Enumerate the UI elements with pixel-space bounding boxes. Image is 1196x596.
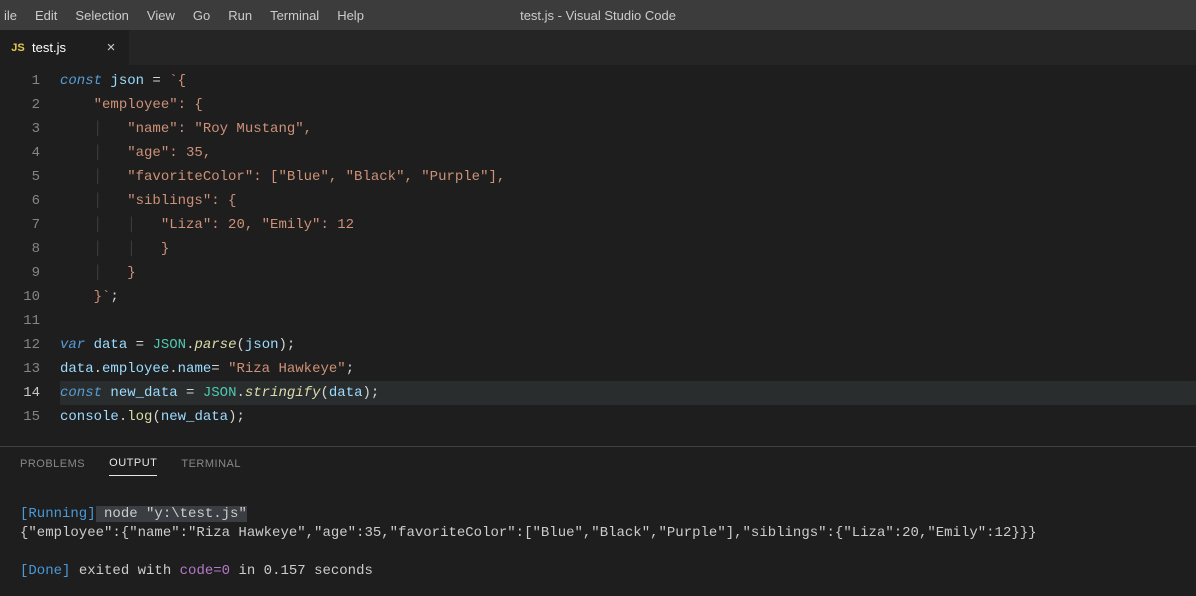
menu-terminal[interactable]: Terminal: [261, 0, 328, 30]
line-number: 6: [0, 189, 40, 213]
panel-tab-problems[interactable]: PROBLEMS: [20, 452, 85, 476]
done-prefix: exited with: [70, 563, 179, 579]
running-tag: [Running]: [20, 506, 96, 522]
done-code: code=0: [180, 563, 230, 579]
line-number: 1: [0, 69, 40, 93]
output-body[interactable]: [Running] node "y:\test.js" {"employee":…: [0, 480, 1196, 596]
menu-bar: ileEditSelectionViewGoRunTerminalHelp: [0, 0, 373, 30]
done-tag: [Done]: [20, 563, 70, 579]
code-line[interactable]: console.log(new_data);: [60, 405, 1196, 429]
code-area[interactable]: const json = `{ "employee": { │ "name": …: [60, 65, 1196, 446]
line-number: 10: [0, 285, 40, 309]
panel-tab-terminal[interactable]: TERMINAL: [181, 452, 241, 476]
running-command: node "y:\test.js": [96, 506, 247, 522]
code-line[interactable]: │ "favoriteColor": ["Blue", "Black", "Pu…: [60, 165, 1196, 189]
line-number-gutter: 123456789101112131415: [0, 65, 60, 446]
line-number: 12: [0, 333, 40, 357]
tab-label: test.js: [32, 40, 97, 55]
line-number: 8: [0, 237, 40, 261]
code-line[interactable]: const json = `{: [60, 69, 1196, 93]
line-number: 9: [0, 261, 40, 285]
code-line[interactable]: }`;: [60, 285, 1196, 309]
code-line[interactable]: │ "age": 35,: [60, 141, 1196, 165]
code-line[interactable]: │ │ "Liza": 20, "Emily": 12: [60, 213, 1196, 237]
menu-ile[interactable]: ile: [0, 0, 26, 30]
menu-help[interactable]: Help: [328, 0, 373, 30]
bottom-panel: PROBLEMS OUTPUT TERMINAL [Running] node "y…: [0, 446, 1196, 596]
close-icon[interactable]: ×: [103, 39, 119, 56]
menu-edit[interactable]: Edit: [26, 0, 66, 30]
code-line[interactable]: │ }: [60, 261, 1196, 285]
line-number: 3: [0, 117, 40, 141]
line-number: 15: [0, 405, 40, 429]
code-line[interactable]: const new_data = JSON.stringify(data);: [60, 381, 1196, 405]
line-number: 14: [0, 381, 40, 405]
code-line[interactable]: data.employee.name= "Riza Hawkeye";: [60, 357, 1196, 381]
tab-test-js[interactable]: JS test.js ×: [0, 30, 130, 65]
code-line[interactable]: │ "siblings": {: [60, 189, 1196, 213]
menu-selection[interactable]: Selection: [66, 0, 137, 30]
title-bar: ileEditSelectionViewGoRunTerminalHelp te…: [0, 0, 1196, 30]
menu-go[interactable]: Go: [184, 0, 219, 30]
code-line[interactable]: │ │ }: [60, 237, 1196, 261]
code-line[interactable]: [60, 309, 1196, 333]
menu-view[interactable]: View: [138, 0, 184, 30]
menu-run[interactable]: Run: [219, 0, 261, 30]
line-number: 7: [0, 213, 40, 237]
editor-tabs: JS test.js ×: [0, 30, 1196, 65]
line-number: 13: [0, 357, 40, 381]
code-line[interactable]: var data = JSON.parse(json);: [60, 333, 1196, 357]
line-number: 5: [0, 165, 40, 189]
editor[interactable]: 123456789101112131415 const json = `{ "e…: [0, 65, 1196, 446]
panel-tab-output[interactable]: OUTPUT: [109, 451, 157, 476]
panel-tabs: PROBLEMS OUTPUT TERMINAL: [0, 447, 1196, 480]
output-json: {"employee":{"name":"Riza Hawkeye","age"…: [20, 525, 1037, 541]
line-number: 2: [0, 93, 40, 117]
done-suffix: in 0.157 seconds: [230, 563, 373, 579]
line-number: 11: [0, 309, 40, 333]
js-file-icon: JS: [10, 40, 26, 56]
code-line[interactable]: "employee": {: [60, 93, 1196, 117]
line-number: 4: [0, 141, 40, 165]
code-line[interactable]: │ "name": "Roy Mustang",: [60, 117, 1196, 141]
